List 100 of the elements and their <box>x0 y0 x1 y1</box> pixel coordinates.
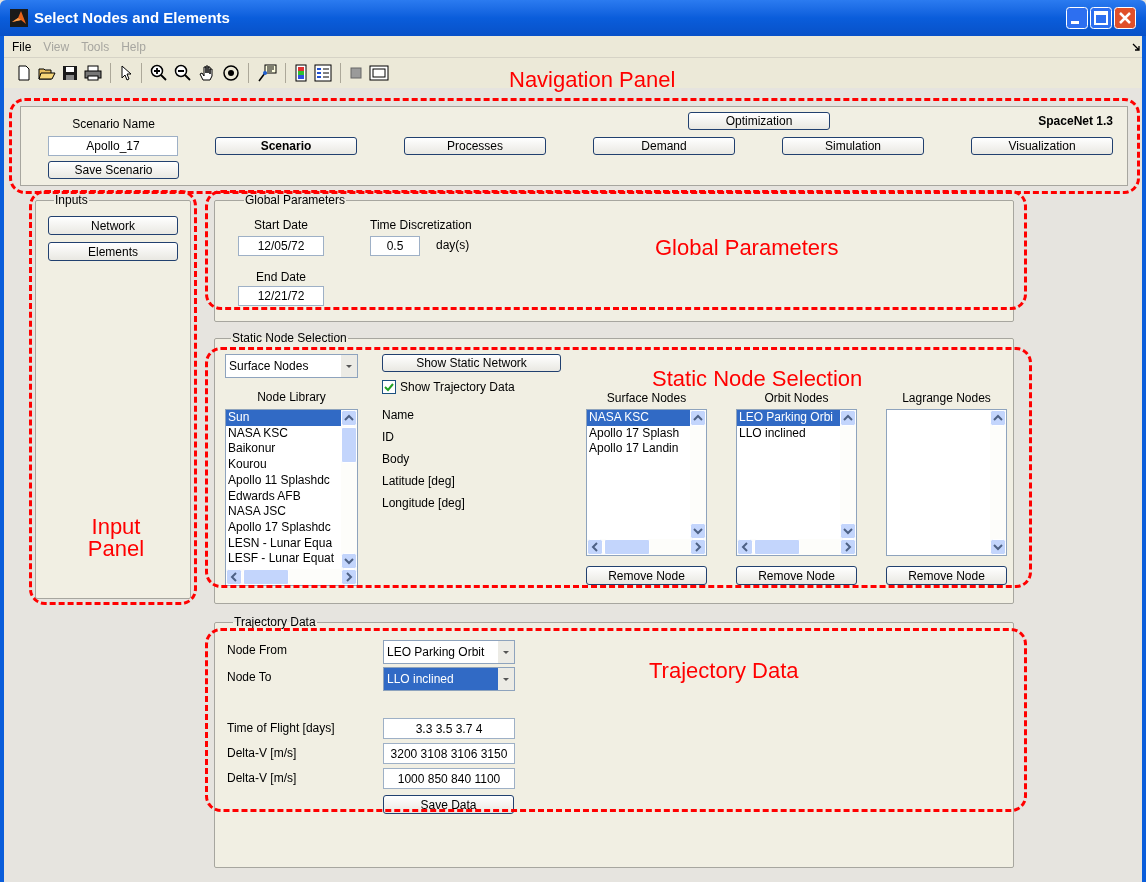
panel-title: Trajectory Data <box>233 616 317 628</box>
node-type-dropdown[interactable]: Surface Nodes <box>225 354 358 378</box>
scrollbar-thumb[interactable] <box>754 539 800 555</box>
list-box[interactable]: LEO Parking Orbi LLO inclined <box>736 409 857 556</box>
field-label: Delta-V [m/s] <box>227 770 298 787</box>
vertical-scrollbar[interactable] <box>990 410 1006 555</box>
vertical-scrollbar[interactable] <box>341 410 357 569</box>
show-network-button[interactable]: Show Static Network <box>382 354 561 372</box>
list-item[interactable]: Apollo 11 Splashdc <box>226 472 341 489</box>
minimize-button[interactable] <box>1066 7 1088 29</box>
scenario-name-field[interactable]: Apollo_17 <box>48 136 178 156</box>
horizontal-scrollbar[interactable] <box>587 539 706 555</box>
scrollbar-thumb[interactable] <box>604 539 650 555</box>
colorbar-icon[interactable] <box>294 64 308 82</box>
time-step-field[interactable]: 0.5 <box>370 236 420 256</box>
node-dropdown[interactable]: LEO Parking Orbit <box>383 640 515 664</box>
annotation-label: Trajectory Data <box>649 660 799 682</box>
zoom-in-icon[interactable] <box>150 64 168 82</box>
list-item[interactable]: LESN - Lunar Equa <box>226 535 341 552</box>
scrollbar-thumb[interactable] <box>243 569 289 585</box>
scroll-down-button[interactable] <box>341 553 357 569</box>
scroll-up-button[interactable] <box>341 410 357 426</box>
scroll-down-button[interactable] <box>990 539 1006 555</box>
legend-icon[interactable] <box>314 64 332 82</box>
tab[interactable]: Scenario <box>215 137 357 155</box>
scroll-left-button[interactable] <box>226 569 242 585</box>
vertical-scrollbar[interactable] <box>840 410 856 539</box>
start-date-field[interactable]: 12/05/72 <box>238 236 324 256</box>
list-item[interactable]: NASA JSC <box>226 504 341 520</box>
scroll-up-button[interactable] <box>690 410 706 426</box>
list-item[interactable]: LEO Parking Orbi <box>737 410 840 426</box>
tab[interactable]: Visualization <box>971 137 1113 155</box>
tab[interactable]: Demand <box>593 137 735 155</box>
input-button[interactable]: Network <box>48 216 178 235</box>
hand-icon[interactable] <box>198 64 216 82</box>
save-icon[interactable] <box>62 65 78 81</box>
remove-node-button[interactable]: Remove Node <box>586 566 707 585</box>
end-date-field[interactable]: 12/21/72 <box>238 286 324 306</box>
value-field[interactable]: 1000 850 840 1100 <box>383 768 515 789</box>
scrollbar-thumb[interactable] <box>341 427 357 463</box>
rotate-icon[interactable] <box>222 64 240 82</box>
scroll-right-button[interactable] <box>840 539 856 555</box>
list-item[interactable]: Sun <box>226 410 341 426</box>
scroll-up-button[interactable] <box>990 410 1006 426</box>
scroll-left-button[interactable] <box>587 539 603 555</box>
list-item[interactable]: Apollo 17 Landin <box>587 441 690 458</box>
input-button[interactable]: Elements <box>48 242 178 261</box>
panel-title: Global Parameters <box>244 194 347 206</box>
maximize-button[interactable] <box>1090 7 1112 29</box>
pointer-icon[interactable] <box>119 65 133 81</box>
value-field[interactable]: 3.3 3.5 3.7 4 <box>383 718 515 739</box>
vertical-scrollbar[interactable] <box>690 410 706 539</box>
list-box[interactable] <box>886 409 1007 556</box>
scroll-right-button[interactable] <box>341 569 357 585</box>
open-folder-icon[interactable] <box>38 65 56 81</box>
annotation-label: Input Panel <box>86 516 146 560</box>
hide-plot-tools-icon[interactable] <box>349 65 363 81</box>
list-title: Orbit Nodes <box>763 390 830 407</box>
horizontal-scrollbar[interactable] <box>737 539 856 555</box>
field-label: End Date <box>255 269 306 284</box>
annotation-label: Global Parameters <box>655 237 839 259</box>
unit-label: day(s) <box>436 237 470 254</box>
list-item[interactable]: NASA KSC <box>587 410 690 426</box>
close-button[interactable] <box>1114 7 1136 29</box>
scroll-down-button[interactable] <box>690 523 706 539</box>
scroll-right-button[interactable] <box>690 539 706 555</box>
data-cursor-icon[interactable] <box>257 64 277 82</box>
property-label: ID <box>382 429 395 446</box>
list-item[interactable]: LLO inclined <box>737 425 840 442</box>
node-dropdown[interactable]: LLO inclined <box>383 667 515 691</box>
scroll-up-button[interactable] <box>840 410 856 426</box>
scroll-left-button[interactable] <box>737 539 753 555</box>
tab[interactable]: Processes <box>404 137 546 155</box>
list-box[interactable]: Sun NASA KSC Baikonur Kourou Apollo 11 Splashdc Edwards AFB NASA JSC Apollo 17 Splashdc LESN - Lunar Equa LESF - Lunar Equat <box>225 409 358 586</box>
list-item[interactable]: LESF - Lunar Equat <box>226 551 341 568</box>
new-file-icon[interactable] <box>16 65 32 81</box>
list-item[interactable]: Apollo 17 Splash <box>587 425 690 442</box>
remove-node-button[interactable]: Remove Node <box>736 566 857 585</box>
list-item[interactable]: Edwards AFB <box>226 488 341 505</box>
remove-node-button[interactable]: Remove Node <box>886 566 1007 585</box>
list-item[interactable]: Baikonur <box>226 441 341 458</box>
list-item[interactable]: Kourou <box>226 457 341 473</box>
zoom-out-icon[interactable] <box>174 64 192 82</box>
horizontal-scrollbar[interactable] <box>226 569 357 585</box>
list-item[interactable]: Apollo 17 Splashdc <box>226 519 341 536</box>
menu-item[interactable]: File <box>12 37 32 56</box>
print-icon[interactable] <box>84 65 102 81</box>
checkbox[interactable] <box>382 380 396 394</box>
field-label: Delta-V [m/s] <box>227 745 298 762</box>
show-plot-tools-icon[interactable] <box>369 65 389 81</box>
checkbox-label: Show Trajectory Data <box>400 379 515 396</box>
scroll-down-button[interactable] <box>840 523 856 539</box>
optimization-button[interactable]: Optimization <box>688 112 830 130</box>
list-item[interactable]: NASA KSC <box>226 425 341 442</box>
tab[interactable]: Simulation <box>782 137 924 155</box>
value-field[interactable]: 3200 3108 3106 3150 <box>383 743 515 764</box>
panel-title: Inputs <box>54 194 89 206</box>
list-box[interactable]: NASA KSC Apollo 17 Splash Apollo 17 Landin <box>586 409 707 556</box>
dock-arrow-icon[interactable] <box>1132 42 1140 51</box>
save-scenario-button[interactable]: Save Scenario <box>48 161 179 179</box>
